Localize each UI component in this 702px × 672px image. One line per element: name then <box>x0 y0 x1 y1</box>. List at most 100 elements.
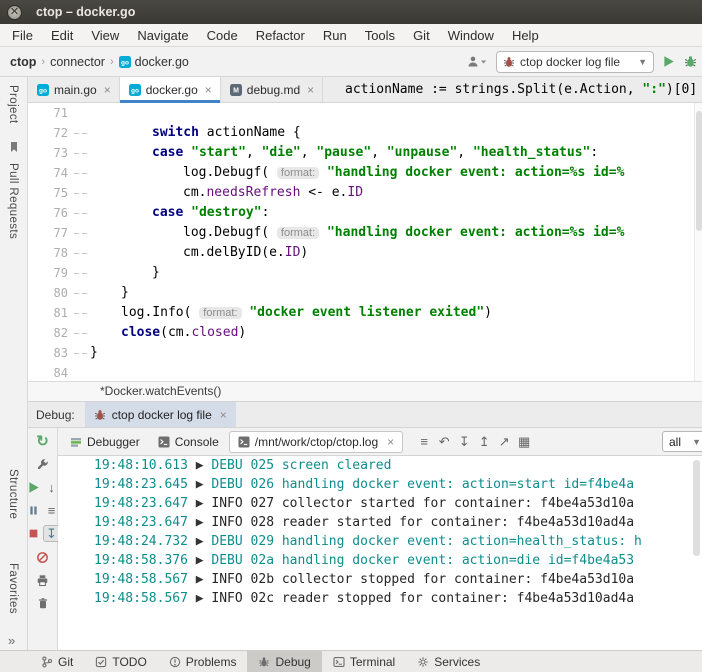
breadcrumb-item-connector[interactable]: connector <box>50 55 105 69</box>
run-button[interactable] <box>662 55 676 69</box>
code-line-84: 84 <box>28 363 694 381</box>
line-number[interactable]: 76 <box>28 203 74 223</box>
code-text <box>90 363 694 381</box>
console-icon <box>238 436 250 448</box>
line-number[interactable]: 72 <box>28 123 74 143</box>
breadcrumb-item-docker.go[interactable]: godocker.go <box>119 55 189 69</box>
debugger-action-row <box>35 572 51 588</box>
statusbar-item-terminal[interactable]: Terminal <box>322 651 406 672</box>
line-number[interactable]: 75 <box>28 183 74 203</box>
user-account-icon[interactable] <box>466 55 488 68</box>
bug-icon <box>94 409 106 421</box>
menu-tools[interactable]: Tools <box>356 26 404 45</box>
log-line: 19:48:23.645 ▶ DEBU 026 handling docker … <box>58 475 702 494</box>
line-number[interactable]: 79 <box>28 263 74 283</box>
editor-tab-debug.md[interactable]: Mdebug.md× <box>221 77 323 102</box>
log-timestamp: 19:48:23.647 <box>94 515 196 530</box>
layout-grid-icon[interactable]: ▦ <box>515 432 533 452</box>
svg-text:go: go <box>131 87 139 94</box>
code-line-73: 73case "start", "die", "pause", "unpause… <box>28 143 694 163</box>
statusbar-item-services[interactable]: Services <box>406 651 491 672</box>
menu-file[interactable]: File <box>6 26 42 45</box>
close-icon[interactable]: × <box>205 83 212 97</box>
tool-window-button-structure[interactable]: Structure <box>7 469 19 519</box>
more-tool-windows-icon[interactable]: » <box>8 633 15 648</box>
git-branch-icon <box>41 656 53 668</box>
menu-view[interactable]: View <box>82 26 128 45</box>
editor-scrollbar[interactable] <box>694 103 702 381</box>
debug-tab--mnt-work-ctop-ctop-log[interactable]: /mnt/work/ctop/ctop.log× <box>229 431 403 453</box>
line-number[interactable]: 78 <box>28 243 74 263</box>
scrollbar-thumb[interactable] <box>693 460 700 556</box>
pause-icon[interactable] <box>26 502 42 518</box>
menu-refactor[interactable]: Refactor <box>247 26 314 45</box>
code-line-71: 71 <box>28 103 694 123</box>
close-icon[interactable]: × <box>387 435 394 449</box>
menu-edit[interactable]: Edit <box>42 26 82 45</box>
editor-tab-main.go[interactable]: gomain.go× <box>28 77 120 102</box>
menu-navigate[interactable]: Navigate <box>128 26 197 45</box>
menu-code[interactable]: Code <box>198 26 247 45</box>
statusbar-item-problems[interactable]: Problems <box>158 651 248 672</box>
run-config-select[interactable]: ctop docker log file ▼ <box>496 51 654 73</box>
line-number[interactable]: 74 <box>28 163 74 183</box>
close-icon[interactable]: × <box>104 83 111 97</box>
editor-tab-docker.go[interactable]: godocker.go× <box>120 77 221 102</box>
code-line-81: 81log.Info( format: "docker event listen… <box>28 303 694 323</box>
log-scrollbar[interactable] <box>693 460 700 610</box>
expand-icon[interactable]: ↗ <box>495 432 513 452</box>
debug-tab-console[interactable]: Console <box>150 432 227 452</box>
code-editor[interactable]: 7172switch actionName {73case "start", "… <box>28 103 694 381</box>
menu-git[interactable]: Git <box>404 26 439 45</box>
statusbar-item-label: Services <box>434 655 480 669</box>
print-icon[interactable] <box>35 572 51 588</box>
menu-help[interactable]: Help <box>503 26 548 45</box>
log-level-filter-select[interactable]: all ▼ <box>662 431 702 452</box>
statusbar-item-git[interactable]: Git <box>30 651 84 672</box>
log-timestamp: 19:48:23.647 <box>94 496 196 511</box>
titlebar: ✕ ctop – docker.go <box>0 0 702 24</box>
tool-window-button-project[interactable]: Project <box>7 85 19 124</box>
debug-tab-label: Debugger <box>87 435 140 449</box>
log-arrow: ▶ <box>196 534 212 549</box>
mute-breakpoints-icon[interactable] <box>35 549 51 565</box>
menu-run[interactable]: Run <box>314 26 356 45</box>
line-number[interactable]: 80 <box>28 283 74 303</box>
line-number[interactable]: 84 <box>28 363 74 381</box>
scroll-up-icon[interactable]: ↥ <box>475 432 493 452</box>
stop-icon[interactable] <box>25 526 41 542</box>
restore-layout-icon[interactable]: ↶ <box>435 432 453 452</box>
statusbar-item-debug[interactable]: Debug <box>247 651 321 672</box>
scroll-down-icon[interactable]: ↧ <box>455 432 473 452</box>
line-number[interactable]: 77 <box>28 223 74 243</box>
statusbar-item-todo[interactable]: TODO <box>84 651 157 672</box>
debug-session-tab[interactable]: ctop docker log file × <box>85 402 236 427</box>
resume-icon[interactable] <box>26 479 42 495</box>
log-output[interactable]: 19:48:10.613 ▶ DEBU 025 screen cleared19… <box>58 456 702 650</box>
code-text: case "destroy": <box>90 203 694 223</box>
close-icon[interactable]: × <box>220 408 227 422</box>
line-number[interactable]: 73 <box>28 143 74 163</box>
clear-log-icon[interactable] <box>35 595 51 611</box>
debug-config-bug-icon <box>503 56 515 68</box>
code-text: } <box>90 343 694 363</box>
close-icon[interactable]: × <box>307 83 314 97</box>
debug-button[interactable] <box>684 55 698 69</box>
wrench-icon[interactable] <box>35 456 51 472</box>
toolbar-menu-icon[interactable]: ≡ <box>415 432 433 452</box>
scrollbar-thumb[interactable] <box>696 111 702 231</box>
line-number[interactable]: 83 <box>28 343 74 363</box>
line-number[interactable]: 81 <box>28 303 74 323</box>
code-token: log.Info( <box>121 305 199 320</box>
line-number[interactable]: 71 <box>28 103 74 123</box>
breadcrumb-item-ctop[interactable]: ctop <box>10 55 36 69</box>
rerun-icon[interactable]: ↻ <box>35 433 51 449</box>
window-close-icon[interactable]: ✕ <box>7 5 22 20</box>
debug-tab-debugger[interactable]: Debugger <box>62 432 148 452</box>
bookmark-icon[interactable] <box>8 141 20 153</box>
line-number[interactable]: 82 <box>28 323 74 343</box>
tool-window-button-favorites[interactable]: Favorites <box>7 563 19 614</box>
log-line: 19:48:24.732 ▶ DEBU 029 handling docker … <box>58 532 702 551</box>
menu-window[interactable]: Window <box>439 26 503 45</box>
tool-window-button-pull-requests[interactable]: Pull Requests <box>7 163 19 239</box>
